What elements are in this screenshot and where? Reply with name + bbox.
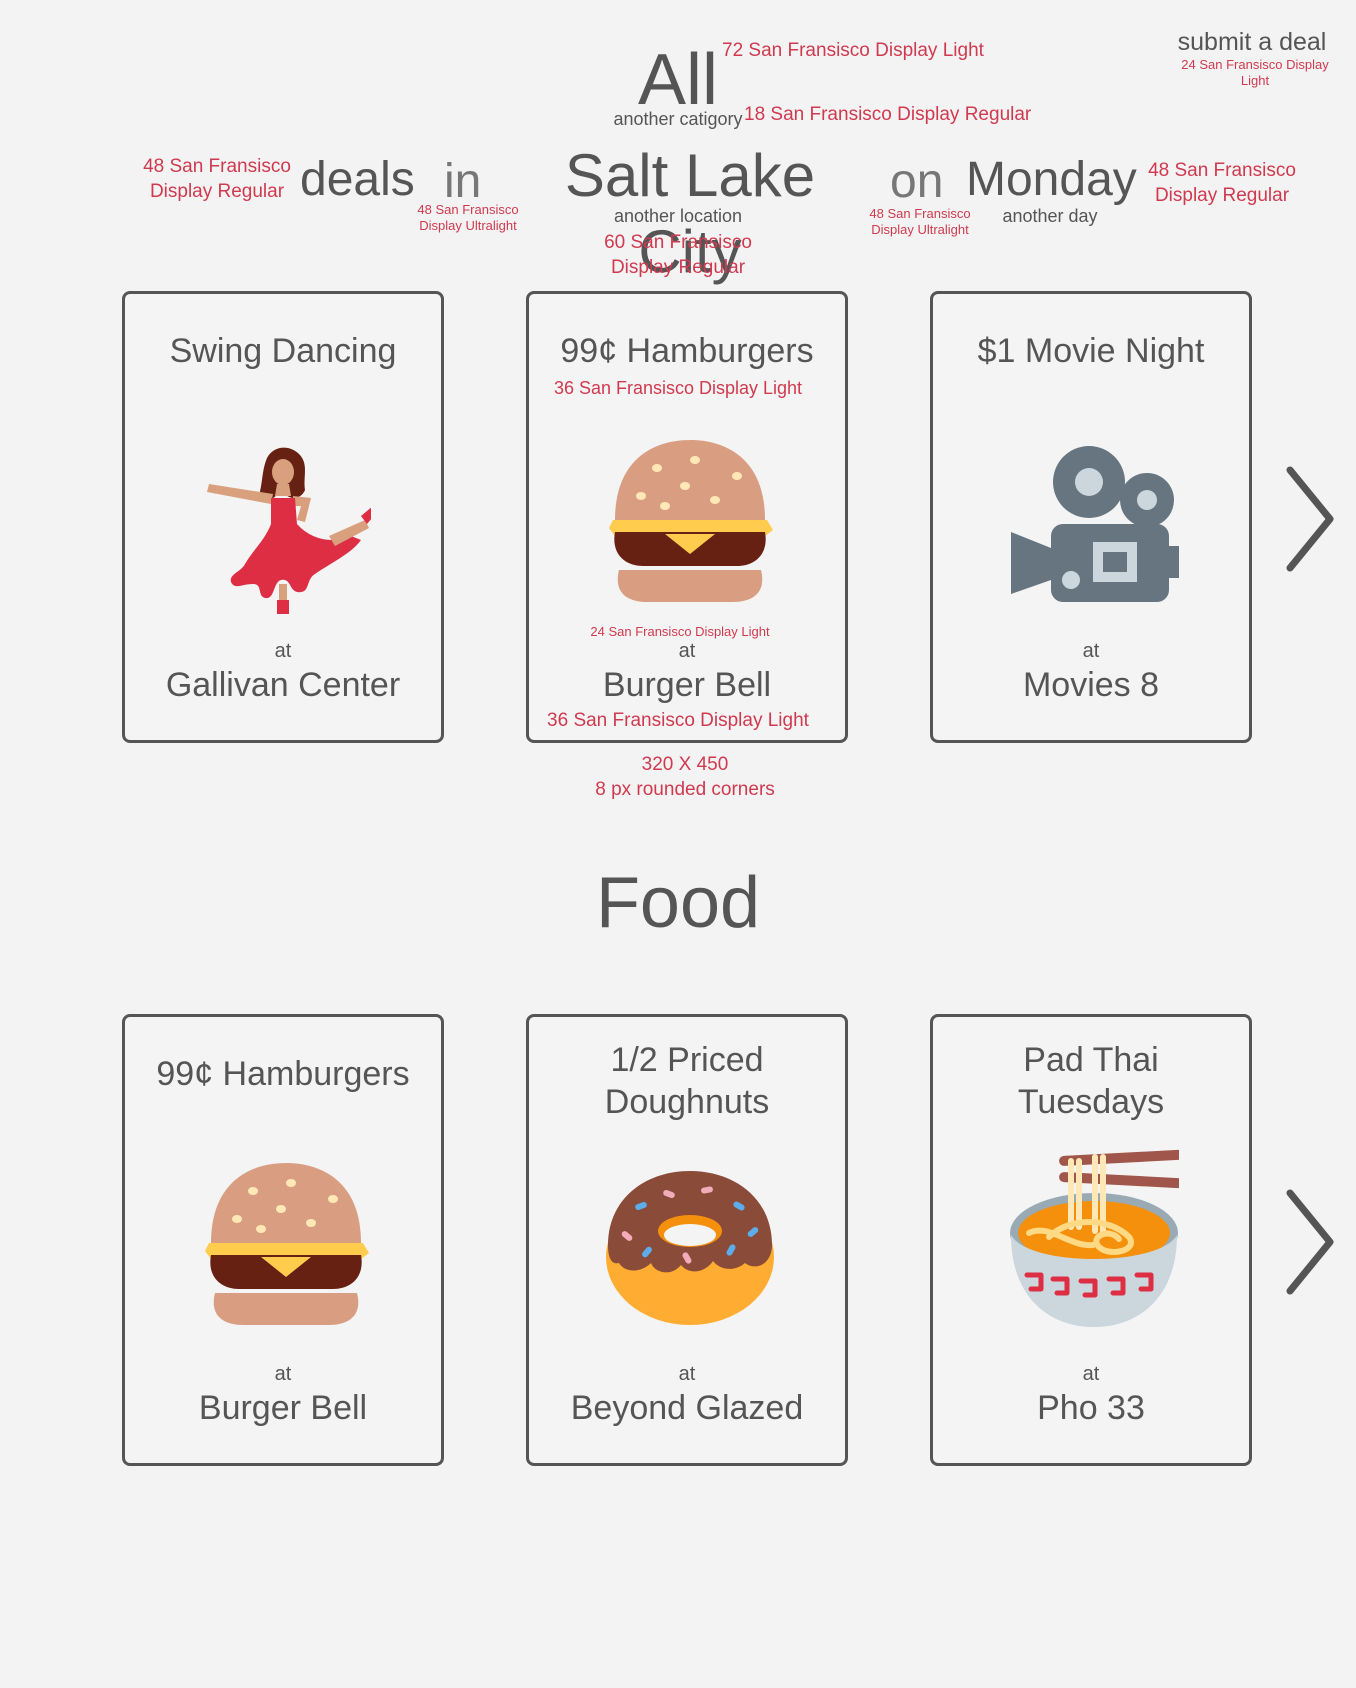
category-font-note: 72 San Fransisco Display Light bbox=[722, 40, 984, 61]
deal-card[interactable]: Pad Thai Tuesdays at Pho 33 bbox=[930, 1014, 1252, 1466]
on-font-note: 48 San Fransisco Display Ultralight bbox=[869, 206, 971, 237]
deal-at-label: at bbox=[274, 1363, 292, 1385]
deal-title: 99¢ Hamburgers bbox=[156, 1055, 410, 1093]
noodle-bowl-icon bbox=[1010, 1149, 1179, 1327]
chevron-right-icon[interactable] bbox=[1284, 1187, 1338, 1297]
page: submit a deal 24 San Fransisco Display L… bbox=[0, 0, 1356, 1688]
card-venue-font-note: 36 San Fransisco Display Light bbox=[547, 710, 809, 731]
location-hint-link[interactable]: another location bbox=[590, 206, 766, 227]
day-font-note: 48 San Fransisco Display Regular bbox=[1148, 160, 1296, 206]
deal-card[interactable]: 99¢ Hamburgers at Burger Bell bbox=[122, 1014, 444, 1466]
day-hint-link[interactable]: another day bbox=[990, 206, 1110, 227]
on-word: on bbox=[890, 155, 944, 208]
hamburger-icon bbox=[205, 1163, 369, 1325]
deal-title: 1/2 Priced Doughnuts bbox=[604, 1041, 770, 1121]
deal-venue: Beyond Glazed bbox=[570, 1389, 804, 1427]
chevron-right-icon[interactable] bbox=[1284, 464, 1338, 574]
deal-venue: Gallivan Center bbox=[165, 666, 401, 704]
deal-venue: Pho 33 bbox=[1037, 1389, 1145, 1427]
card-size-label: 320 X 450 bbox=[641, 754, 729, 775]
doughnut-icon bbox=[606, 1171, 774, 1325]
deal-card[interactable]: 99¢ Hamburgers at Burger Bell bbox=[526, 291, 848, 743]
deal-title: Swing Dancing bbox=[169, 332, 397, 370]
submit-deal-link[interactable]: submit a deal bbox=[1170, 28, 1334, 57]
submit-deal-font-note: 24 San Fransisco Display Light bbox=[1181, 57, 1329, 88]
deal-at-label: at bbox=[274, 640, 292, 662]
movie-camera-icon bbox=[1011, 446, 1179, 602]
card-at-font-note: 24 San Fransisco Display Light bbox=[590, 624, 770, 639]
day-selector[interactable]: Monday bbox=[966, 150, 1137, 210]
card-title-font-note: 36 San Fransisco Display Light bbox=[553, 378, 803, 398]
deals-word: deals bbox=[300, 153, 415, 206]
location-font-note: 60 San Fransisco Display Regular bbox=[604, 232, 752, 278]
deal-card[interactable]: $1 Movie Night at Movies 8 bbox=[930, 291, 1252, 743]
dancer-icon bbox=[207, 447, 371, 614]
section-title-food: Food bbox=[595, 863, 761, 943]
deal-at-label: at bbox=[678, 640, 696, 662]
card-corners-label: 8 px rounded corners bbox=[595, 779, 775, 800]
deal-title: Pad Thai Tuesdays bbox=[1017, 1041, 1165, 1121]
deal-title: $1 Movie Night bbox=[977, 332, 1205, 370]
hamburger-icon bbox=[609, 440, 773, 602]
deals-font-note: 48 San Fransisco Display Regular bbox=[143, 156, 291, 202]
deal-at-label: at bbox=[1082, 1363, 1100, 1385]
deal-venue: Movies 8 bbox=[1022, 666, 1160, 704]
deal-at-label: at bbox=[678, 1363, 696, 1385]
deal-title: 99¢ Hamburgers bbox=[560, 332, 814, 370]
deal-venue: Burger Bell bbox=[602, 666, 772, 704]
deal-venue: Burger Bell bbox=[198, 1389, 368, 1427]
category-hint-link[interactable]: another catigory bbox=[608, 109, 748, 130]
deal-at-label: at bbox=[1082, 640, 1100, 662]
deal-card[interactable]: Swing Dancing at Gallivan Center bbox=[122, 291, 444, 743]
card-size-note: 320 X 450 8 px rounded corners bbox=[560, 752, 810, 802]
category-hint-font-note: 18 San Fransisco Display Regular bbox=[744, 104, 1032, 125]
deal-card[interactable]: 1/2 Priced Doughnuts at Beyond Glazed bbox=[526, 1014, 848, 1466]
